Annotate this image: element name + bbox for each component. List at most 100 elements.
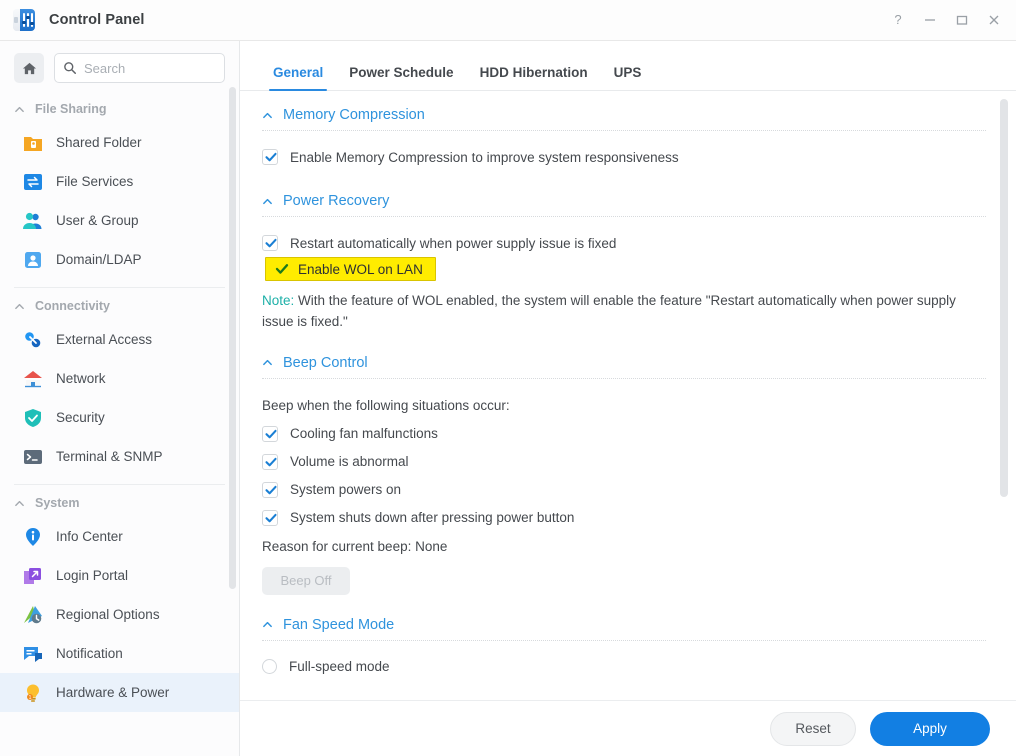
checkbox-label: Restart automatically when power supply …: [290, 235, 617, 251]
sidebar-item-label: External Access: [56, 332, 153, 347]
sidebar-item-label: Network: [56, 371, 106, 386]
minimize-button[interactable]: [914, 5, 946, 35]
checkbox-restart-automatically[interactable]: Restart automatically when power supply …: [262, 229, 986, 257]
checkbox-label: Enable WOL on LAN: [298, 261, 423, 277]
chevron-up-icon: [263, 622, 272, 628]
nav-divider: [14, 287, 225, 288]
sidebar-scrollbar-thumb[interactable]: [229, 87, 236, 589]
search-box[interactable]: [54, 53, 225, 83]
sidebar-item-login-portal[interactable]: Login Portal: [0, 556, 239, 595]
checkbox-label: Volume is abnormal: [290, 454, 409, 470]
sidebar-item-label: Hardware & Power: [56, 685, 170, 700]
section-header-fan-speed-mode[interactable]: Fan Speed Mode: [262, 617, 986, 640]
radio-full-speed-mode[interactable]: Full-speed mode: [262, 653, 986, 680]
checkbox-enable-memory-compression[interactable]: Enable Memory Compression to improve sys…: [262, 143, 986, 171]
sidebar-item-user-group[interactable]: User & Group: [0, 201, 239, 240]
checkbox-label: System shuts down after pressing power b…: [290, 510, 575, 526]
reset-button[interactable]: Reset: [770, 711, 856, 746]
settings-content: Memory Compression Enable Memory Compres…: [240, 91, 1016, 700]
hardware-power-icon: 1: [22, 682, 44, 704]
home-button[interactable]: [14, 53, 44, 83]
apply-button[interactable]: Apply: [870, 711, 990, 746]
checkbox-checked-icon: [262, 509, 278, 526]
tab-label: HDD Hibernation: [479, 65, 588, 80]
sidebar-item-security[interactable]: Security: [0, 398, 239, 437]
checkbox-cooling-fan-malfunctions[interactable]: Cooling fan malfunctions: [262, 420, 986, 448]
tab-label: General: [273, 65, 324, 80]
window-title: Control Panel: [49, 12, 145, 28]
nav-group-connectivity[interactable]: Connectivity: [0, 290, 239, 320]
beep-reason-text: Reason for current beep: None: [262, 538, 448, 554]
sidebar-item-notification[interactable]: Notification: [0, 634, 239, 673]
nav-group-label: Connectivity: [35, 299, 111, 313]
help-button[interactable]: ?: [882, 5, 914, 35]
sidebar-item-shared-folder[interactable]: Shared Folder: [0, 123, 239, 162]
tab-general[interactable]: General: [260, 65, 336, 91]
section-header-beep-control[interactable]: Beep Control: [262, 355, 986, 378]
checkbox-checked-icon: [274, 261, 289, 277]
sidebar-item-label: Regional Options: [56, 607, 160, 622]
checkbox-system-powers-on[interactable]: System powers on: [262, 476, 986, 504]
sidebar-item-network[interactable]: Network: [0, 359, 239, 398]
note-text: With the feature of WOL enabled, the sys…: [262, 293, 956, 329]
section-divider: [262, 377, 986, 379]
wol-note: Note: With the feature of WOL enabled, t…: [262, 291, 962, 333]
network-icon: [22, 368, 44, 390]
content-scrollbar-thumb[interactable]: [1000, 99, 1008, 497]
user-group-icon: [22, 210, 44, 232]
sidebar-item-regional-options[interactable]: Regional Options: [0, 595, 239, 634]
sidebar-item-info-center[interactable]: Info Center: [0, 517, 239, 556]
chevron-up-icon: [15, 500, 24, 506]
sidebar-item-hardware-power[interactable]: 1 Hardware & Power: [0, 673, 239, 712]
control-panel-icon: [13, 9, 35, 31]
sidebar-item-file-services[interactable]: File Services: [0, 162, 239, 201]
section-title: Beep Control: [283, 354, 368, 371]
sidebar-item-terminal-snmp[interactable]: Terminal & SNMP: [0, 437, 239, 476]
search-input[interactable]: [84, 60, 216, 76]
section-divider: [262, 639, 986, 641]
content-scrollbar[interactable]: [1000, 99, 1008, 579]
chevron-up-icon: [263, 198, 272, 204]
checkbox-checked-icon: [262, 235, 278, 251]
sidebar-item-domain-ldap[interactable]: Domain/LDAP: [0, 240, 239, 279]
checkbox-checked-icon: [262, 425, 278, 442]
checkbox-enable-wol-on-lan[interactable]: Enable WOL on LAN: [265, 257, 436, 281]
close-button[interactable]: [978, 5, 1010, 35]
checkbox-label: Cooling fan malfunctions: [290, 426, 438, 442]
sidebar-item-external-access[interactable]: External Access: [0, 320, 239, 359]
sidebar-scrollbar[interactable]: [229, 87, 236, 645]
note-label: Note:: [262, 293, 295, 308]
file-services-icon: [22, 171, 44, 193]
checkbox-system-shuts-down[interactable]: System shuts down after pressing power b…: [262, 504, 986, 532]
action-bar: Reset Apply: [240, 700, 1016, 756]
tab-label: UPS: [613, 65, 642, 80]
nav-group-file-sharing[interactable]: File Sharing: [0, 93, 239, 123]
section-title: Memory Compression: [283, 107, 425, 123]
chevron-up-icon: [15, 106, 24, 112]
section-header-power-recovery[interactable]: Power Recovery: [262, 193, 986, 216]
checkbox-volume-is-abnormal[interactable]: Volume is abnormal: [262, 448, 986, 476]
beep-off-button[interactable]: Beep Off: [262, 566, 350, 595]
tab-hdd-hibernation[interactable]: HDD Hibernation: [467, 65, 601, 90]
checkbox-label: Enable Memory Compression to improve sys…: [290, 149, 679, 165]
info-center-icon: [22, 526, 44, 548]
section-title: Fan Speed Mode: [283, 616, 395, 633]
beep-intro-text: Beep when the following situations occur…: [262, 397, 510, 413]
checkbox-checked-icon: [262, 481, 278, 498]
external-access-icon: [22, 329, 44, 351]
nav-group-label: File Sharing: [35, 102, 107, 116]
sidebar-item-label: Login Portal: [56, 568, 129, 583]
window-body: File Sharing Shared Folder File Services: [0, 41, 1016, 756]
main-panel: General Power Schedule HDD Hibernation U…: [240, 41, 1016, 756]
nav-group-label: System: [35, 496, 80, 510]
nav-group-system[interactable]: System: [0, 487, 239, 517]
sidebar-item-label: User & Group: [56, 213, 139, 228]
sidebar-item-label: Security: [56, 410, 105, 425]
section-header-memory-compression[interactable]: Memory Compression: [262, 107, 986, 130]
sidebar-item-label: Info Center: [56, 529, 123, 544]
tab-ups[interactable]: UPS: [601, 65, 655, 90]
maximize-button[interactable]: [946, 5, 978, 35]
tab-power-schedule[interactable]: Power Schedule: [336, 65, 466, 90]
